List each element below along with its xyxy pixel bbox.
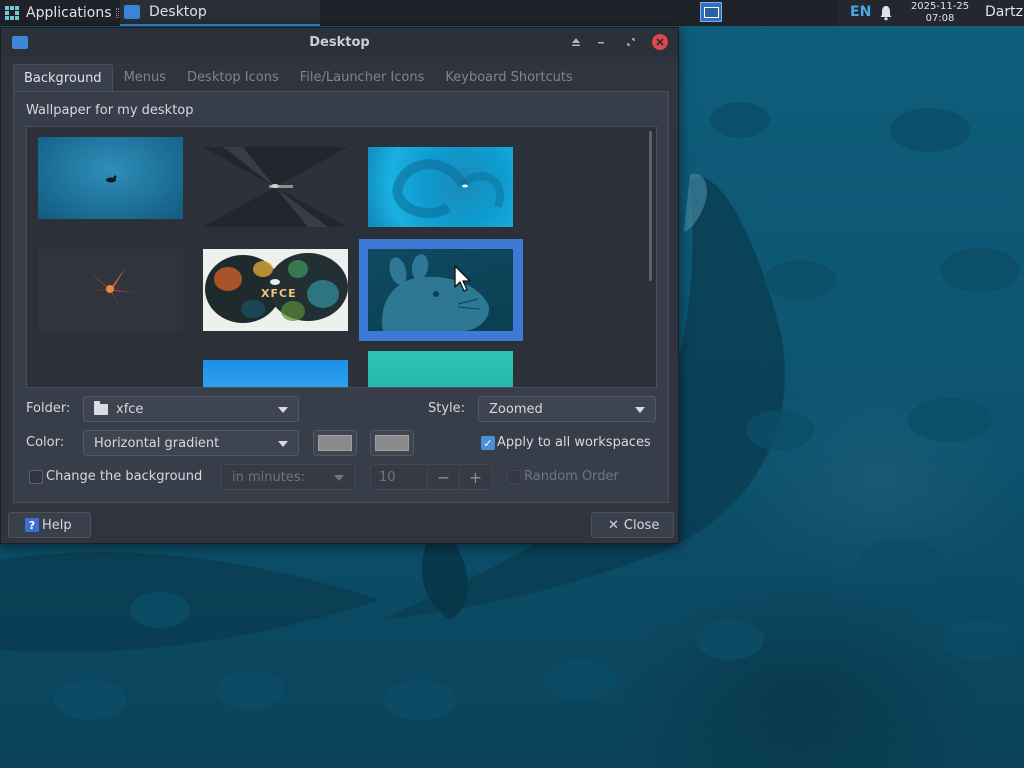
- maximize-button[interactable]: [623, 34, 639, 50]
- interval-value: 10: [379, 470, 396, 485]
- random-order-label[interactable]: Random Order: [524, 469, 619, 484]
- dialog-title: Desktop: [309, 35, 370, 50]
- user-menu[interactable]: Dartz: [985, 4, 1023, 20]
- chevron-down-icon: [278, 407, 288, 413]
- tab-background[interactable]: Background: [13, 64, 113, 92]
- apply-all-label[interactable]: Apply to all workspaces: [497, 435, 651, 450]
- close-icon: [656, 38, 664, 46]
- minimize-button[interactable]: [593, 34, 609, 50]
- wallpaper-thumb[interactable]: [368, 351, 513, 387]
- color-label: Color:: [26, 435, 65, 450]
- dark-geometric-art: [203, 147, 348, 227]
- color1-swatch: [318, 435, 352, 451]
- clock[interactable]: 2025-11-25 07:08: [905, 1, 975, 25]
- mouse-pointer-icon: [454, 265, 471, 292]
- style-value: Zoomed: [489, 401, 543, 417]
- folder-value: xfce: [116, 401, 144, 417]
- close-x-icon: ✕: [608, 517, 619, 533]
- eject-icon: [572, 38, 580, 46]
- color-mode-select[interactable]: Horizontal gradient: [83, 430, 299, 456]
- wallpaper-thumb[interactable]: [203, 147, 348, 227]
- gallery-scrollbar[interactable]: [649, 131, 652, 281]
- style-select[interactable]: Zoomed: [478, 396, 656, 422]
- close-window-button[interactable]: [652, 34, 668, 50]
- shade-button[interactable]: [568, 34, 584, 50]
- help-button[interactable]: ? Help: [8, 512, 91, 538]
- maximize-icon: [627, 38, 635, 46]
- wallpaper-thumb[interactable]: XFCE: [203, 249, 348, 331]
- mouse-mascot-art: [382, 254, 489, 331]
- close-label: Close: [623, 517, 660, 533]
- folder-label: Folder:: [26, 401, 71, 416]
- change-background-label[interactable]: Change the background: [46, 469, 202, 484]
- decrement-button[interactable]: −: [427, 465, 459, 489]
- blue-swirl-art: [392, 159, 504, 219]
- help-icon: ?: [25, 518, 39, 532]
- wallpaper-gallery[interactable]: XFCE: [26, 126, 657, 388]
- tab-menus[interactable]: Menus: [114, 64, 176, 92]
- chevron-down-icon: [635, 407, 645, 413]
- workspace-icon: [703, 6, 719, 18]
- desktop-settings-dialog: Desktop Background Menus Desktop Icons F…: [0, 27, 679, 544]
- clock-time: 07:08: [925, 13, 955, 24]
- change-background-checkbox[interactable]: [29, 470, 43, 484]
- interval-spinner[interactable]: 10 − +: [370, 464, 492, 490]
- panel-separator: [115, 8, 119, 18]
- tab-keyboard-shortcuts[interactable]: Keyboard Shortcuts: [435, 64, 582, 92]
- applications-grid-icon: [5, 5, 20, 21]
- random-order-checkbox[interactable]: [507, 470, 521, 484]
- workspace-switcher[interactable]: [700, 2, 722, 22]
- increment-button[interactable]: +: [459, 465, 491, 489]
- color-mode-value: Horizontal gradient: [94, 435, 220, 451]
- tab-desktop-icons[interactable]: Desktop Icons: [177, 64, 289, 92]
- clock-date: 2025-11-25: [910, 1, 970, 12]
- xfce-caption: XFCE: [261, 287, 297, 300]
- tab-bar: Background Menus Desktop Icons File/Laun…: [13, 64, 584, 92]
- wallpaper-thumb[interactable]: [368, 147, 513, 227]
- mouse-logo-icon: [106, 175, 117, 183]
- red-flower-art: [86, 267, 136, 311]
- notification-bell-icon[interactable]: [878, 5, 894, 21]
- keyboard-layout-indicator[interactable]: EN: [850, 4, 871, 20]
- chevron-down-icon: [278, 441, 288, 447]
- minimize-icon: [598, 42, 604, 44]
- interval-unit-value: in minutes:: [232, 469, 305, 485]
- wallpaper-thumb[interactable]: [38, 249, 183, 331]
- applications-menu[interactable]: Applications: [0, 0, 123, 26]
- color2-swatch: [375, 435, 409, 451]
- chevron-down-icon: [334, 475, 344, 481]
- wallpaper-thumb-selected[interactable]: [359, 239, 523, 341]
- background-tab-panel: Wallpaper for my desktop XFCE Folder: xf…: [13, 91, 669, 503]
- color2-button[interactable]: [370, 430, 414, 456]
- title-bar[interactable]: Desktop: [1, 28, 678, 57]
- applications-label: Applications: [26, 5, 112, 21]
- folder-icon: [94, 400, 108, 415]
- top-panel: Applications Desktop EN 2025-11-25 07:08…: [0, 0, 1024, 26]
- window-icon: [124, 5, 140, 19]
- color1-button[interactable]: [313, 430, 357, 456]
- apply-all-checkbox[interactable]: ✓: [481, 436, 495, 450]
- interval-unit-select[interactable]: in minutes:: [221, 464, 355, 490]
- wallpaper-thumb[interactable]: [38, 360, 183, 387]
- wallpaper-thumb[interactable]: [38, 137, 183, 219]
- folder-select[interactable]: xfce: [83, 396, 299, 422]
- wallpaper-section-label: Wallpaper for my desktop: [26, 103, 194, 118]
- tab-file-launcher-icons[interactable]: File/Launcher Icons: [290, 64, 435, 92]
- dialog-app-icon: [12, 36, 28, 49]
- taskbar-label: Desktop: [149, 4, 207, 20]
- mouse-wallpaper-preview: [368, 249, 513, 331]
- taskbar-button-desktop[interactable]: Desktop: [120, 0, 320, 26]
- help-label: Help: [42, 517, 72, 533]
- wallpaper-thumb[interactable]: [203, 360, 348, 387]
- style-label: Style:: [428, 401, 466, 416]
- close-button[interactable]: ✕ Close: [591, 512, 674, 538]
